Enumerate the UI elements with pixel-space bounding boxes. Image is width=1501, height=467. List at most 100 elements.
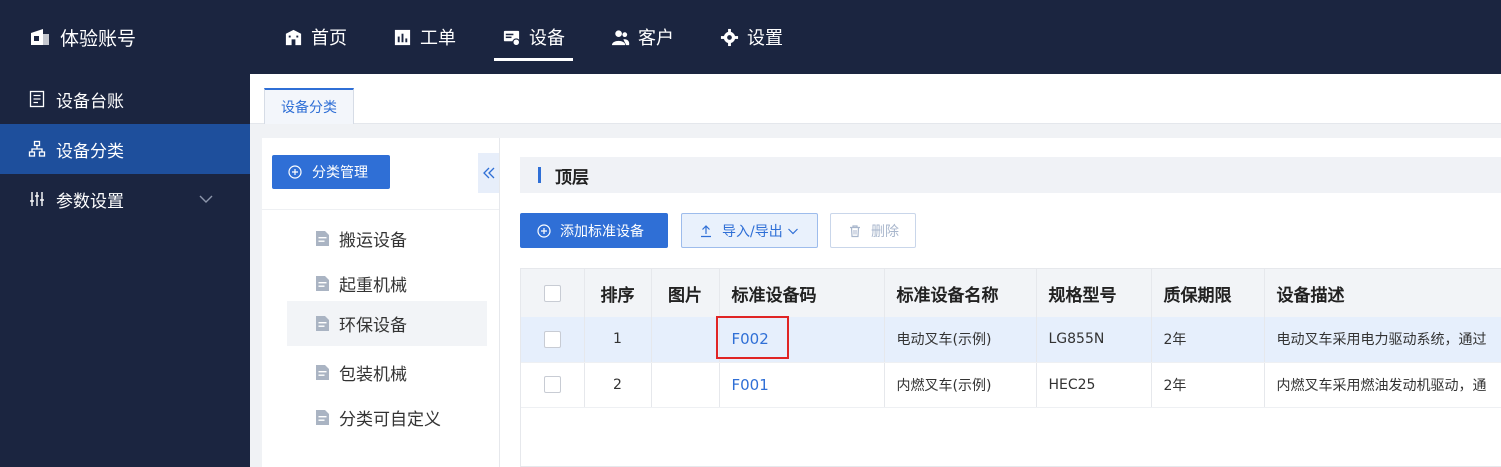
import-export-label: 导入/导出 [722,223,783,240]
column-header-warranty[interactable]: 质保期限 [1151,269,1265,317]
tab-strip: 设备分类 [250,74,1501,124]
chart-icon [394,29,411,45]
divider [262,209,499,210]
document-icon [316,276,329,291]
add-standard-device-button[interactable]: 添加标准设备 [520,213,668,248]
add-button-label: 添加标准设备 [560,223,644,240]
breadcrumb: 顶层 [520,157,1501,193]
building-icon [285,29,302,45]
accent-bar [538,167,541,183]
category-manage-button[interactable]: 分类管理 [272,155,390,189]
category-item-selected[interactable]: 环保设备 [287,301,487,346]
top-nav: 首页 工单 设备 客户 设置 [284,0,829,74]
nav-workorder-label: 工单 [420,28,456,49]
document-icon [316,316,329,331]
double-chevron-left-icon [482,167,494,179]
sidebar-item-label: 设备台账 [56,91,124,112]
nav-customer[interactable]: 客户 [611,0,674,74]
highlight-annotation-box [716,316,789,359]
select-all-checkbox[interactable] [543,284,561,302]
nav-home-label: 首页 [311,28,347,49]
import-export-button[interactable]: 导入/导出 [681,213,818,248]
content-panel: 顶层 添加标准设备 导入/导出 删除 排序 图片 标准设备码 标准设备名称 规格… [500,138,1501,467]
nav-customer-label: 客户 [638,28,674,49]
cell-description: 内燃叉车采用燃油发动机驱动，通 [1264,362,1501,408]
delete-button[interactable]: 删除 [830,213,916,248]
cell-description: 电动叉车采用电力驱动系统，通过 [1264,317,1501,363]
category-panel: 分类管理 搬运设备 起重机械 环保设备 包装机械 分类可自定义 [262,138,499,467]
device-table: 排序 图片 标准设备码 标准设备名称 规格型号 质保期限 设备描述 1 F002… [520,268,1501,467]
column-header-name[interactable]: 标准设备名称 [884,269,1037,317]
category-item-label: 搬运设备 [339,231,407,251]
plus-circle-icon [288,165,302,179]
nav-workorder[interactable]: 工单 [393,0,456,74]
row-checkbox[interactable] [543,330,561,348]
column-header-model[interactable]: 规格型号 [1036,269,1152,317]
column-header-code[interactable]: 标准设备码 [719,269,885,317]
sidebar-item-category[interactable]: 设备分类 [0,124,250,174]
category-item[interactable]: 起重机械 [287,261,487,306]
cell-warranty: 2年 [1151,317,1265,363]
column-header-order[interactable]: 排序 [584,269,652,317]
table-header-row: 排序 图片 标准设备码 标准设备名称 规格型号 质保期限 设备描述 [521,269,1501,317]
top-bar: 体验账号 首页 工单 设备 客户 设置 [0,0,1501,74]
row-checkbox[interactable] [543,376,561,393]
nav-device[interactable]: 设备 [494,0,573,74]
cell-image [651,317,720,363]
device-code-link[interactable]: F001 [732,376,769,394]
gear-icon [720,28,739,46]
category-manage-label: 分类管理 [312,165,368,181]
cell-name: 内燃叉车(示例) [884,362,1037,408]
cell-model: LG855N [1036,317,1152,363]
upload-icon [701,224,711,237]
device-icon [503,30,521,46]
category-item-label: 分类可自定义 [339,410,441,430]
nav-device-label: 设备 [529,28,565,49]
cell-image [651,362,720,408]
brand-logo-icon [31,29,49,45]
document-icon [316,365,329,380]
sidebar-item-params[interactable]: 参数设置 [0,174,250,224]
category-item[interactable]: 搬运设备 [287,216,487,261]
cell-order: 2 [584,362,652,408]
brand[interactable]: 体验账号 [28,22,136,52]
table-row[interactable]: 1 F002 电动叉车(示例) LG855N 2年 电动叉车采用电力驱动系统，通… [521,317,1501,363]
category-item[interactable]: 包装机械 [287,350,487,395]
column-header-image: 图片 [651,269,720,317]
sidebar: 设备台账 设备分类 参数设置 [0,74,250,467]
cell-model: HEC25 [1036,362,1152,408]
category-item-label: 环保设备 [339,316,407,336]
table-row[interactable]: 2 F001 内燃叉车(示例) HEC25 2年 内燃叉车采用燃油发动机驱动，通 [521,362,1501,408]
document-icon [316,231,329,246]
breadcrumb-label: 顶层 [555,167,589,188]
plus-circle-icon [537,223,551,238]
tab-device-category[interactable]: 设备分类 [264,88,354,124]
cell-code: F001 [719,362,885,408]
delete-label: 删除 [871,223,899,240]
document-icon [316,410,329,425]
collapse-panel-button[interactable] [478,153,499,193]
nav-settings[interactable]: 设置 [720,0,783,74]
chevron-down-icon [787,228,798,234]
sidebar-item-label: 参数设置 [56,191,124,212]
row-select-cell [521,317,585,363]
trash-icon [850,224,860,237]
row-select-cell [521,362,585,408]
column-header-description: 设备描述 [1264,269,1501,317]
category-item[interactable]: 分类可自定义 [287,395,487,440]
category-item-label: 起重机械 [339,276,407,296]
nav-home[interactable]: 首页 [284,0,347,74]
nav-settings-label: 设置 [747,28,783,49]
sidebar-item-ledger[interactable]: 设备台账 [0,74,250,124]
ledger-icon [29,90,45,108]
cell-order: 1 [584,317,652,363]
select-all-cell [521,269,585,317]
chevron-down-icon [199,195,213,203]
brand-title: 体验账号 [60,27,137,50]
category-item-label: 包装机械 [339,365,407,385]
cell-name: 电动叉车(示例) [884,317,1037,363]
sliders-icon [30,192,44,206]
cell-warranty: 2年 [1151,362,1265,408]
sidebar-item-label: 设备分类 [56,141,124,162]
users-icon [611,29,630,45]
